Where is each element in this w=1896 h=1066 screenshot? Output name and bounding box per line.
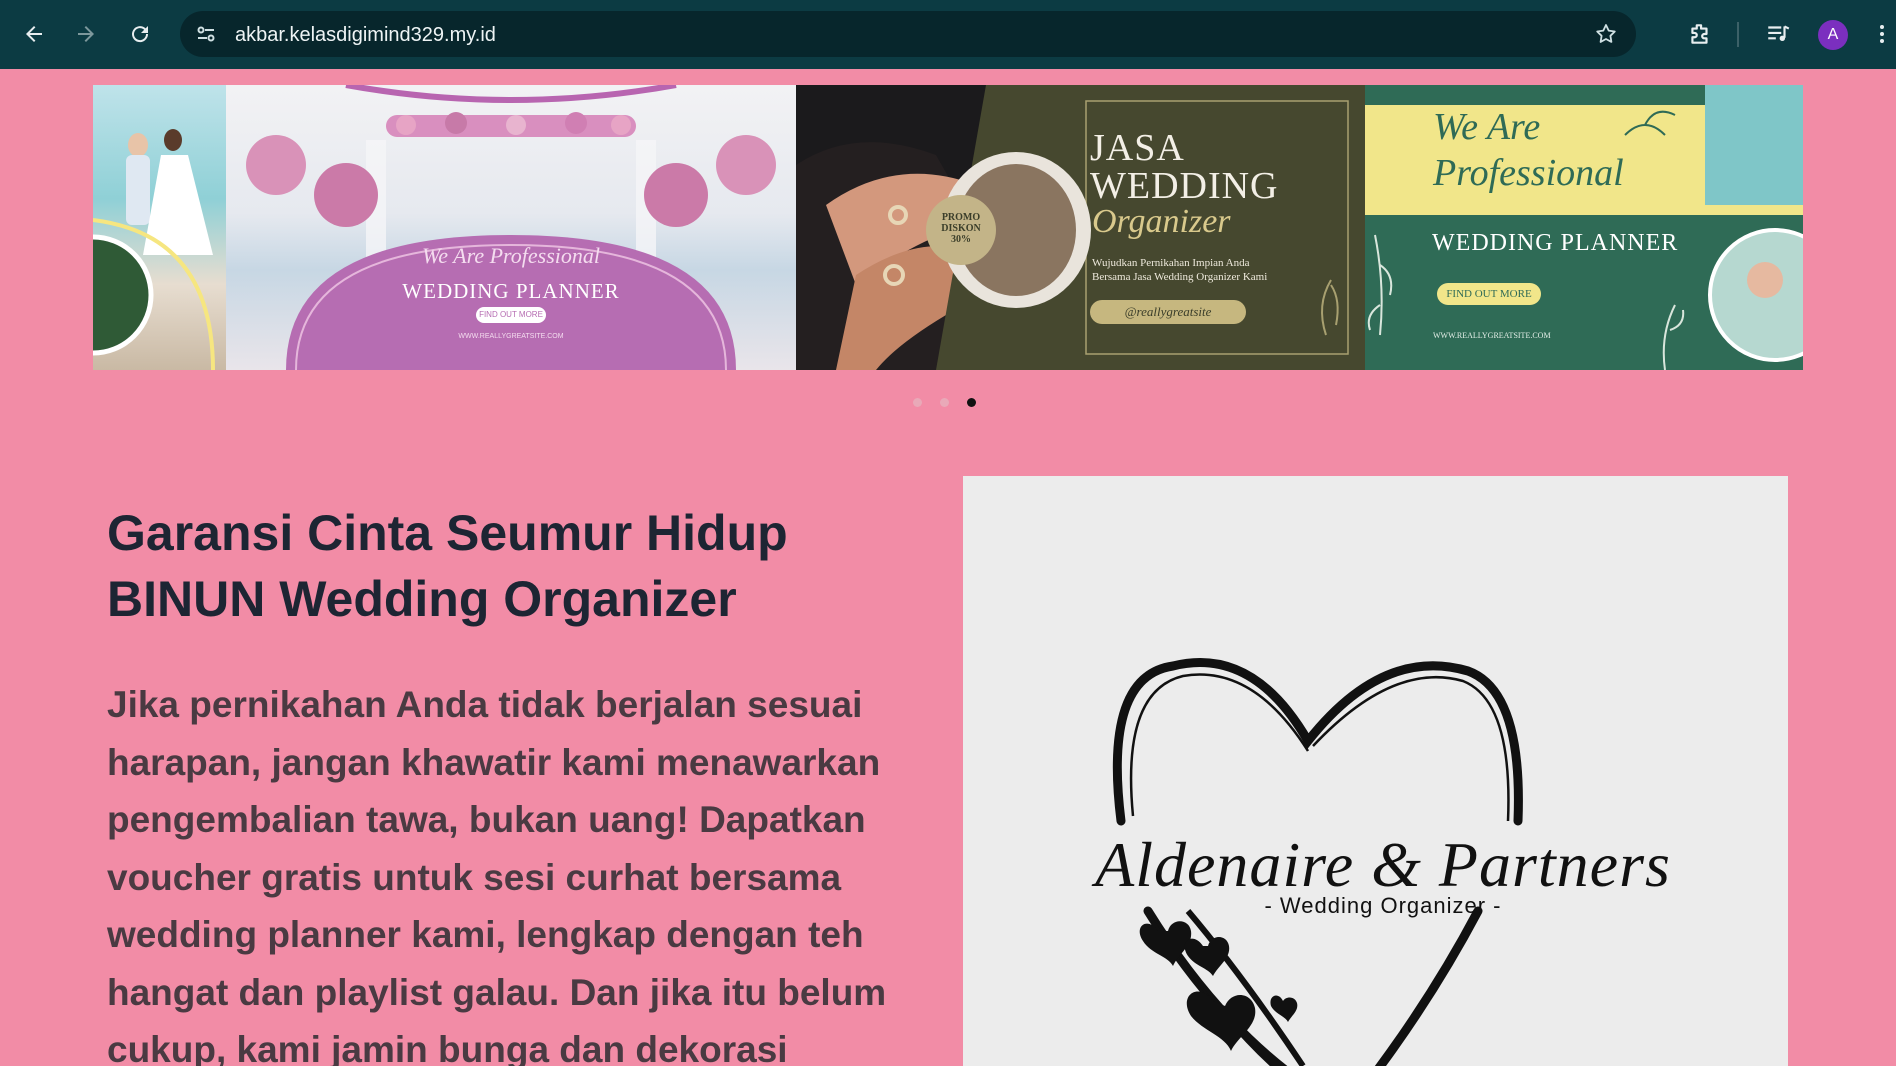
forward-icon[interactable] [66, 14, 106, 54]
slide3-heading: WEDDING PLANNER [1432, 230, 1679, 256]
more-menu-icon[interactable] [1870, 14, 1894, 54]
hero-title: Garansi Cinta Seumur Hidup BINUN Wedding… [107, 500, 867, 632]
slide3-find-out-more-button[interactable]: FIND OUT MORE [1437, 283, 1541, 305]
paragraph-line: wedding planner kami, lengkap dengan teh [107, 914, 864, 955]
carousel-dot-3-active[interactable] [967, 398, 976, 407]
arch-flowers-illustration [246, 85, 776, 370]
paragraph-line: voucher gratis untuk sesi curhat bersama [107, 856, 842, 898]
slide3-script-2: Professional [1433, 152, 1624, 194]
carousel-slide-jasa-wedding: PROMO DISKON 30% JASA WEDDING Organizer … [796, 85, 1365, 370]
green-floral-illustration [1365, 85, 1803, 370]
hero-title-line-2: BINUN Wedding Organizer [107, 571, 737, 627]
slide1-find-out-more-button[interactable]: FIND OUT MORE [476, 307, 546, 323]
carousel-slide-wedding-planner-purple: We Are Professional WEDDING PLANNER FIND… [226, 85, 796, 370]
paragraph-line: pengembalian tawa, bukan uang! Dapatkan [107, 799, 866, 840]
hero-title-line-1: Garansi Cinta Seumur Hidup [107, 505, 788, 561]
promo-percent: 30% [951, 234, 971, 245]
slide2-heading-jasa: JASA [1090, 127, 1185, 169]
paragraph-line: hangat dan playlist galau. Dan jika itu … [107, 971, 887, 1013]
slide3-script-1: We Are [1433, 106, 1541, 148]
brand-name: Aldenaire & Partners [1095, 829, 1671, 900]
site-info-icon[interactable] [194, 22, 218, 46]
browser-toolbar: akbar.kelasdigimind329.my.id A [0, 0, 1896, 69]
heart-logo-icon [1112, 658, 1523, 1066]
paragraph-line: cukup, kami jamin bunga dan dekorasi [107, 1029, 788, 1066]
beach-couple-photo [93, 129, 215, 370]
brand-subtitle: - Wedding Organizer - [1264, 893, 1502, 918]
hands-rings-photo [796, 85, 1365, 370]
address-bar[interactable]: akbar.kelasdigimind329.my.id [180, 11, 1636, 57]
banner-carousel[interactable]: We Are Professional WEDDING PLANNER FIND… [93, 85, 1803, 370]
paragraph-line: harapan, jangan khawatir kami menawarkan [107, 741, 881, 783]
slide1-script: We Are Professional [421, 243, 601, 268]
paragraph-line: Jika pernikahan Anda tidak berjalan sesu… [107, 684, 863, 725]
slide2-handle: @reallygreatsite [1090, 300, 1246, 324]
carousel-indicators [913, 398, 976, 407]
brand-logo-card: Aldenaire & Partners - Wedding Organizer… [963, 476, 1788, 1066]
profile-avatar[interactable]: A [1818, 20, 1848, 50]
slide2-tagline-2: Bersama Jasa Wedding Organizer Kami [1092, 271, 1268, 283]
slide2-script: Organizer [1092, 203, 1231, 240]
slide2-heading-wedding: WEDDING [1090, 165, 1279, 207]
slide1-heading: WEDDING PLANNER [402, 279, 620, 303]
promo-label: PROMO [941, 212, 981, 223]
url-text[interactable]: akbar.kelasdigimind329.my.id [235, 24, 496, 47]
carousel-slide-partial-left [93, 85, 226, 370]
slide2-tagline-1: Wujudkan Pernikahan Impian Anda [1092, 257, 1250, 269]
carousel-dot-2[interactable] [940, 398, 949, 407]
back-icon[interactable] [14, 14, 54, 54]
carousel-dot-1[interactable] [913, 398, 922, 407]
carousel-slide-wedding-planner-green: We Are Professional WEDDING PLANNER FIND… [1365, 85, 1803, 370]
bookmark-star-icon[interactable] [1594, 22, 1618, 46]
promo-diskon: DISKON [941, 223, 981, 234]
slide3-footer: WWW.REALLYGREATSITE.COM [1433, 331, 1551, 340]
extensions-icon[interactable] [1680, 14, 1720, 54]
hero-paragraph: Jika pernikahan Anda tidak berjalan sesu… [107, 676, 897, 1066]
slide1-footer: WWW.REALLYGREATSITE.COM [458, 333, 564, 340]
promo-badge: PROMO DISKON 30% [936, 212, 986, 245]
reload-icon[interactable] [120, 14, 160, 54]
media-control-icon[interactable] [1758, 14, 1798, 54]
toolbar-divider [1737, 22, 1739, 47]
